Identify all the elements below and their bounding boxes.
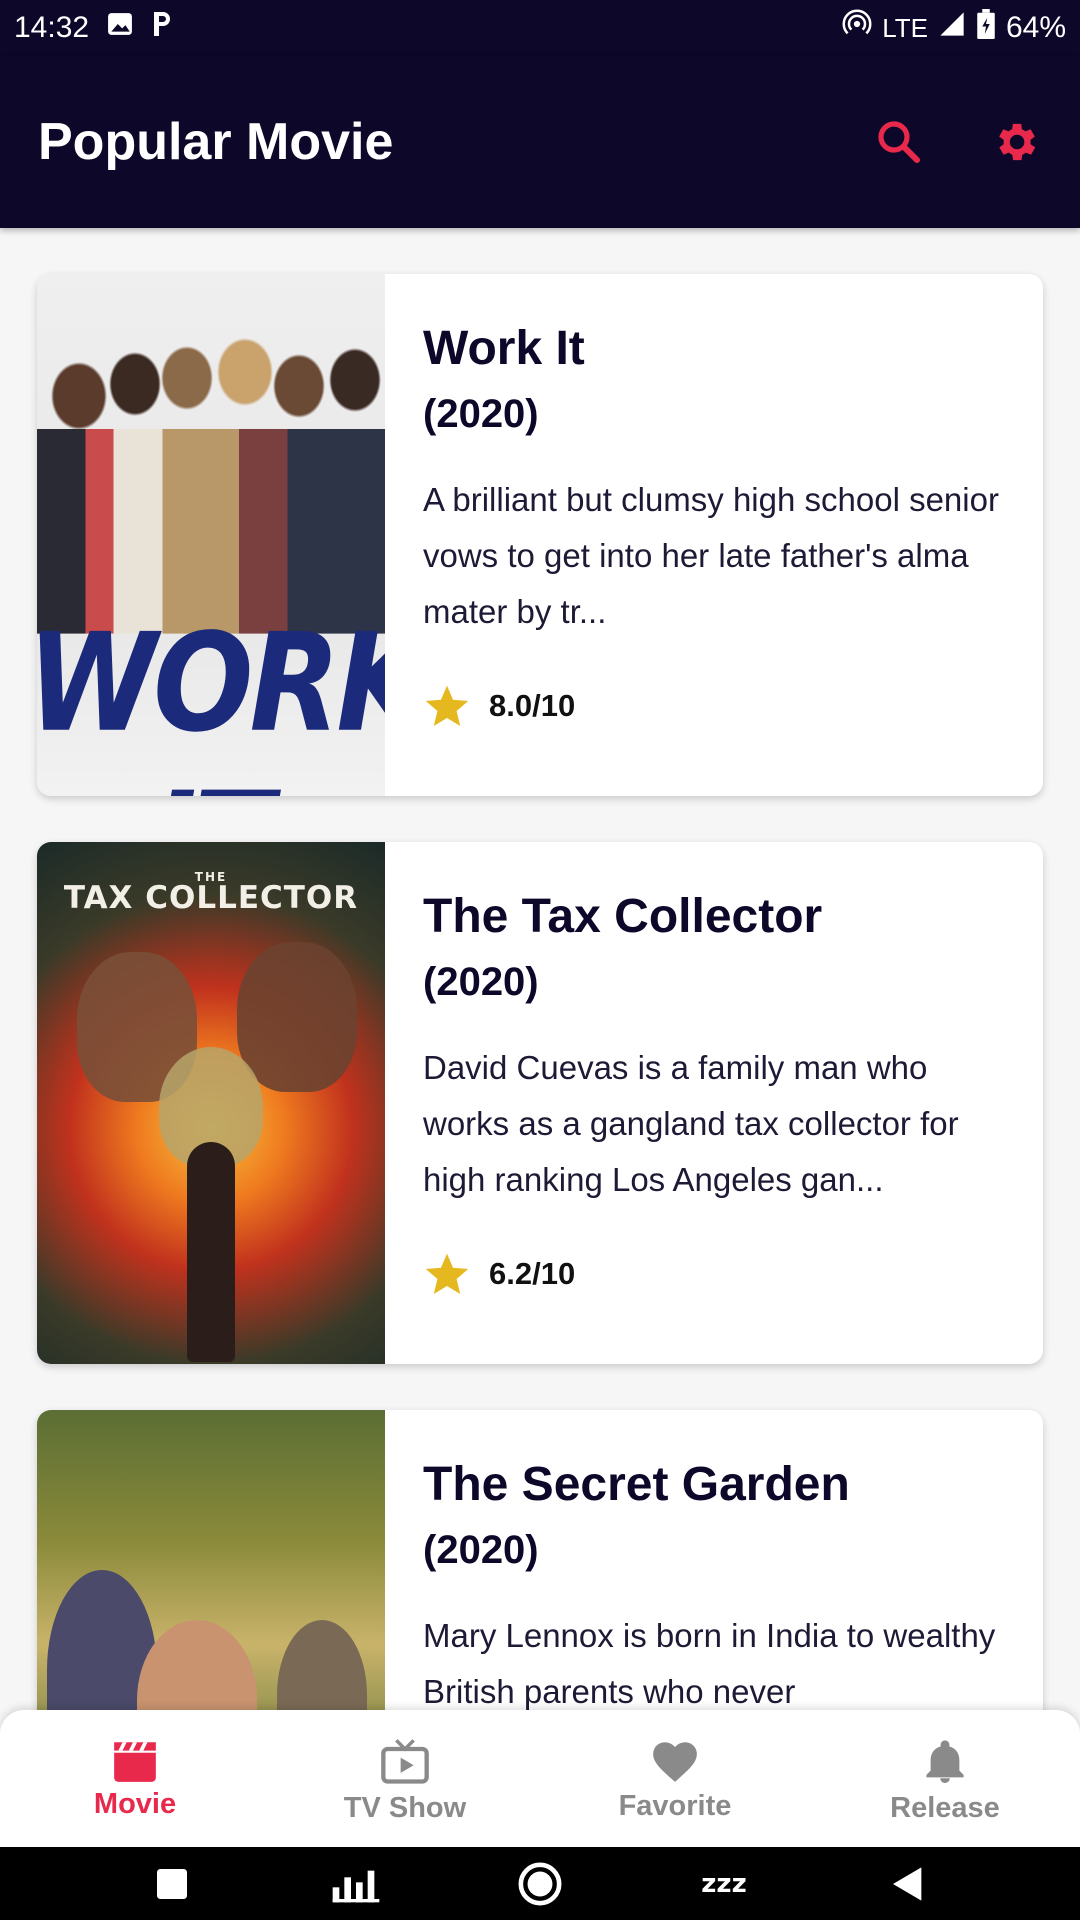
hotspot-icon <box>842 9 872 47</box>
back-button[interactable] <box>878 1854 938 1914</box>
stats-button[interactable] <box>326 1854 386 1914</box>
sleep-icon: zzz <box>701 1868 747 1899</box>
poster-art <box>137 1620 257 1710</box>
battery-percent: 64% <box>1005 11 1066 44</box>
nav-label: Release <box>890 1792 1000 1824</box>
nav-item-release[interactable]: Release <box>810 1710 1080 1847</box>
settings-button[interactable] <box>988 115 1042 169</box>
tv-icon <box>381 1739 429 1784</box>
home-button[interactable] <box>510 1854 570 1914</box>
recents-button[interactable] <box>142 1854 202 1914</box>
signal-icon <box>938 10 966 46</box>
nav-item-tv-show[interactable]: TV Show <box>270 1710 540 1847</box>
nav-item-favorite[interactable]: Favorite <box>540 1710 810 1847</box>
app-bar: Popular Movie <box>0 56 1080 228</box>
clapperboard-icon <box>114 1742 156 1782</box>
p-notification-icon <box>151 10 173 46</box>
nav-item-movie[interactable]: Movie <box>0 1710 270 1847</box>
movie-poster: WORK IT <box>37 274 385 796</box>
poster-logo: THE TAX COLLECTOR <box>37 870 385 916</box>
page-title: Popular Movie <box>38 113 394 171</box>
movie-year: (2020) <box>423 1528 539 1572</box>
movie-title: Work It <box>423 322 585 375</box>
movie-title: The Secret Garden <box>423 1458 850 1511</box>
star-icon <box>425 1253 469 1294</box>
movie-card[interactable]: WORK IT Work It (2020) A brilliant but c… <box>37 274 1043 796</box>
search-button[interactable] <box>872 115 926 169</box>
home-circle-icon <box>518 1862 562 1905</box>
poster-logo: WORK IT <box>37 603 385 796</box>
square-icon <box>157 1868 187 1899</box>
movie-poster <box>37 1410 385 1710</box>
poster-art <box>277 1620 367 1710</box>
movie-overview: Mary Lennox is born in India to wealthy … <box>423 1617 996 1710</box>
star-icon <box>425 685 469 726</box>
movie-year: (2020) <box>423 960 539 1004</box>
status-bar: 14:32 LTE 64% <box>0 0 1080 56</box>
movie-card[interactable]: The Secret Garden (2020) Mary Lennox is … <box>37 1410 1043 1710</box>
movie-title: The Tax Collector <box>423 890 823 943</box>
bar-chart-icon <box>332 1870 380 1902</box>
heart-icon <box>653 1742 697 1782</box>
back-triangle-icon <box>893 1866 922 1901</box>
search-icon <box>878 121 920 163</box>
poster-logo-main: TAX COLLECTOR <box>63 880 359 916</box>
poster-art <box>237 942 357 1092</box>
status-time: 14:32 <box>14 11 90 44</box>
movie-list[interactable]: WORK IT Work It (2020) A brilliant but c… <box>0 228 1080 1710</box>
nav-label: Movie <box>93 1788 177 1820</box>
poster-art <box>187 1142 235 1362</box>
movie-poster: THE TAX COLLECTOR <box>37 842 385 1364</box>
movie-rating: 6.2/10 <box>489 1256 576 1291</box>
network-type: LTE <box>882 12 928 43</box>
sleep-button[interactable]: zzz <box>694 1854 754 1914</box>
bottom-navigation: Movie TV Show Favorite Release <box>0 1710 1080 1847</box>
gear-icon <box>999 123 1036 161</box>
movie-rating: 8.0/10 <box>489 688 576 723</box>
system-navigation-bar: zzz <box>0 1847 1080 1920</box>
nav-label: TV Show <box>343 1792 467 1824</box>
movie-overview: A brilliant but clumsy high school senio… <box>423 481 999 630</box>
movie-card[interactable]: THE TAX COLLECTOR The Tax Collector (202… <box>37 842 1043 1364</box>
battery-icon <box>976 9 996 47</box>
movie-year: (2020) <box>423 392 539 436</box>
bell-icon <box>926 1740 964 1784</box>
nav-label: Favorite <box>618 1790 732 1822</box>
image-notification-icon <box>107 11 133 45</box>
movie-overview: David Cuevas is a family man who works a… <box>423 1049 959 1198</box>
